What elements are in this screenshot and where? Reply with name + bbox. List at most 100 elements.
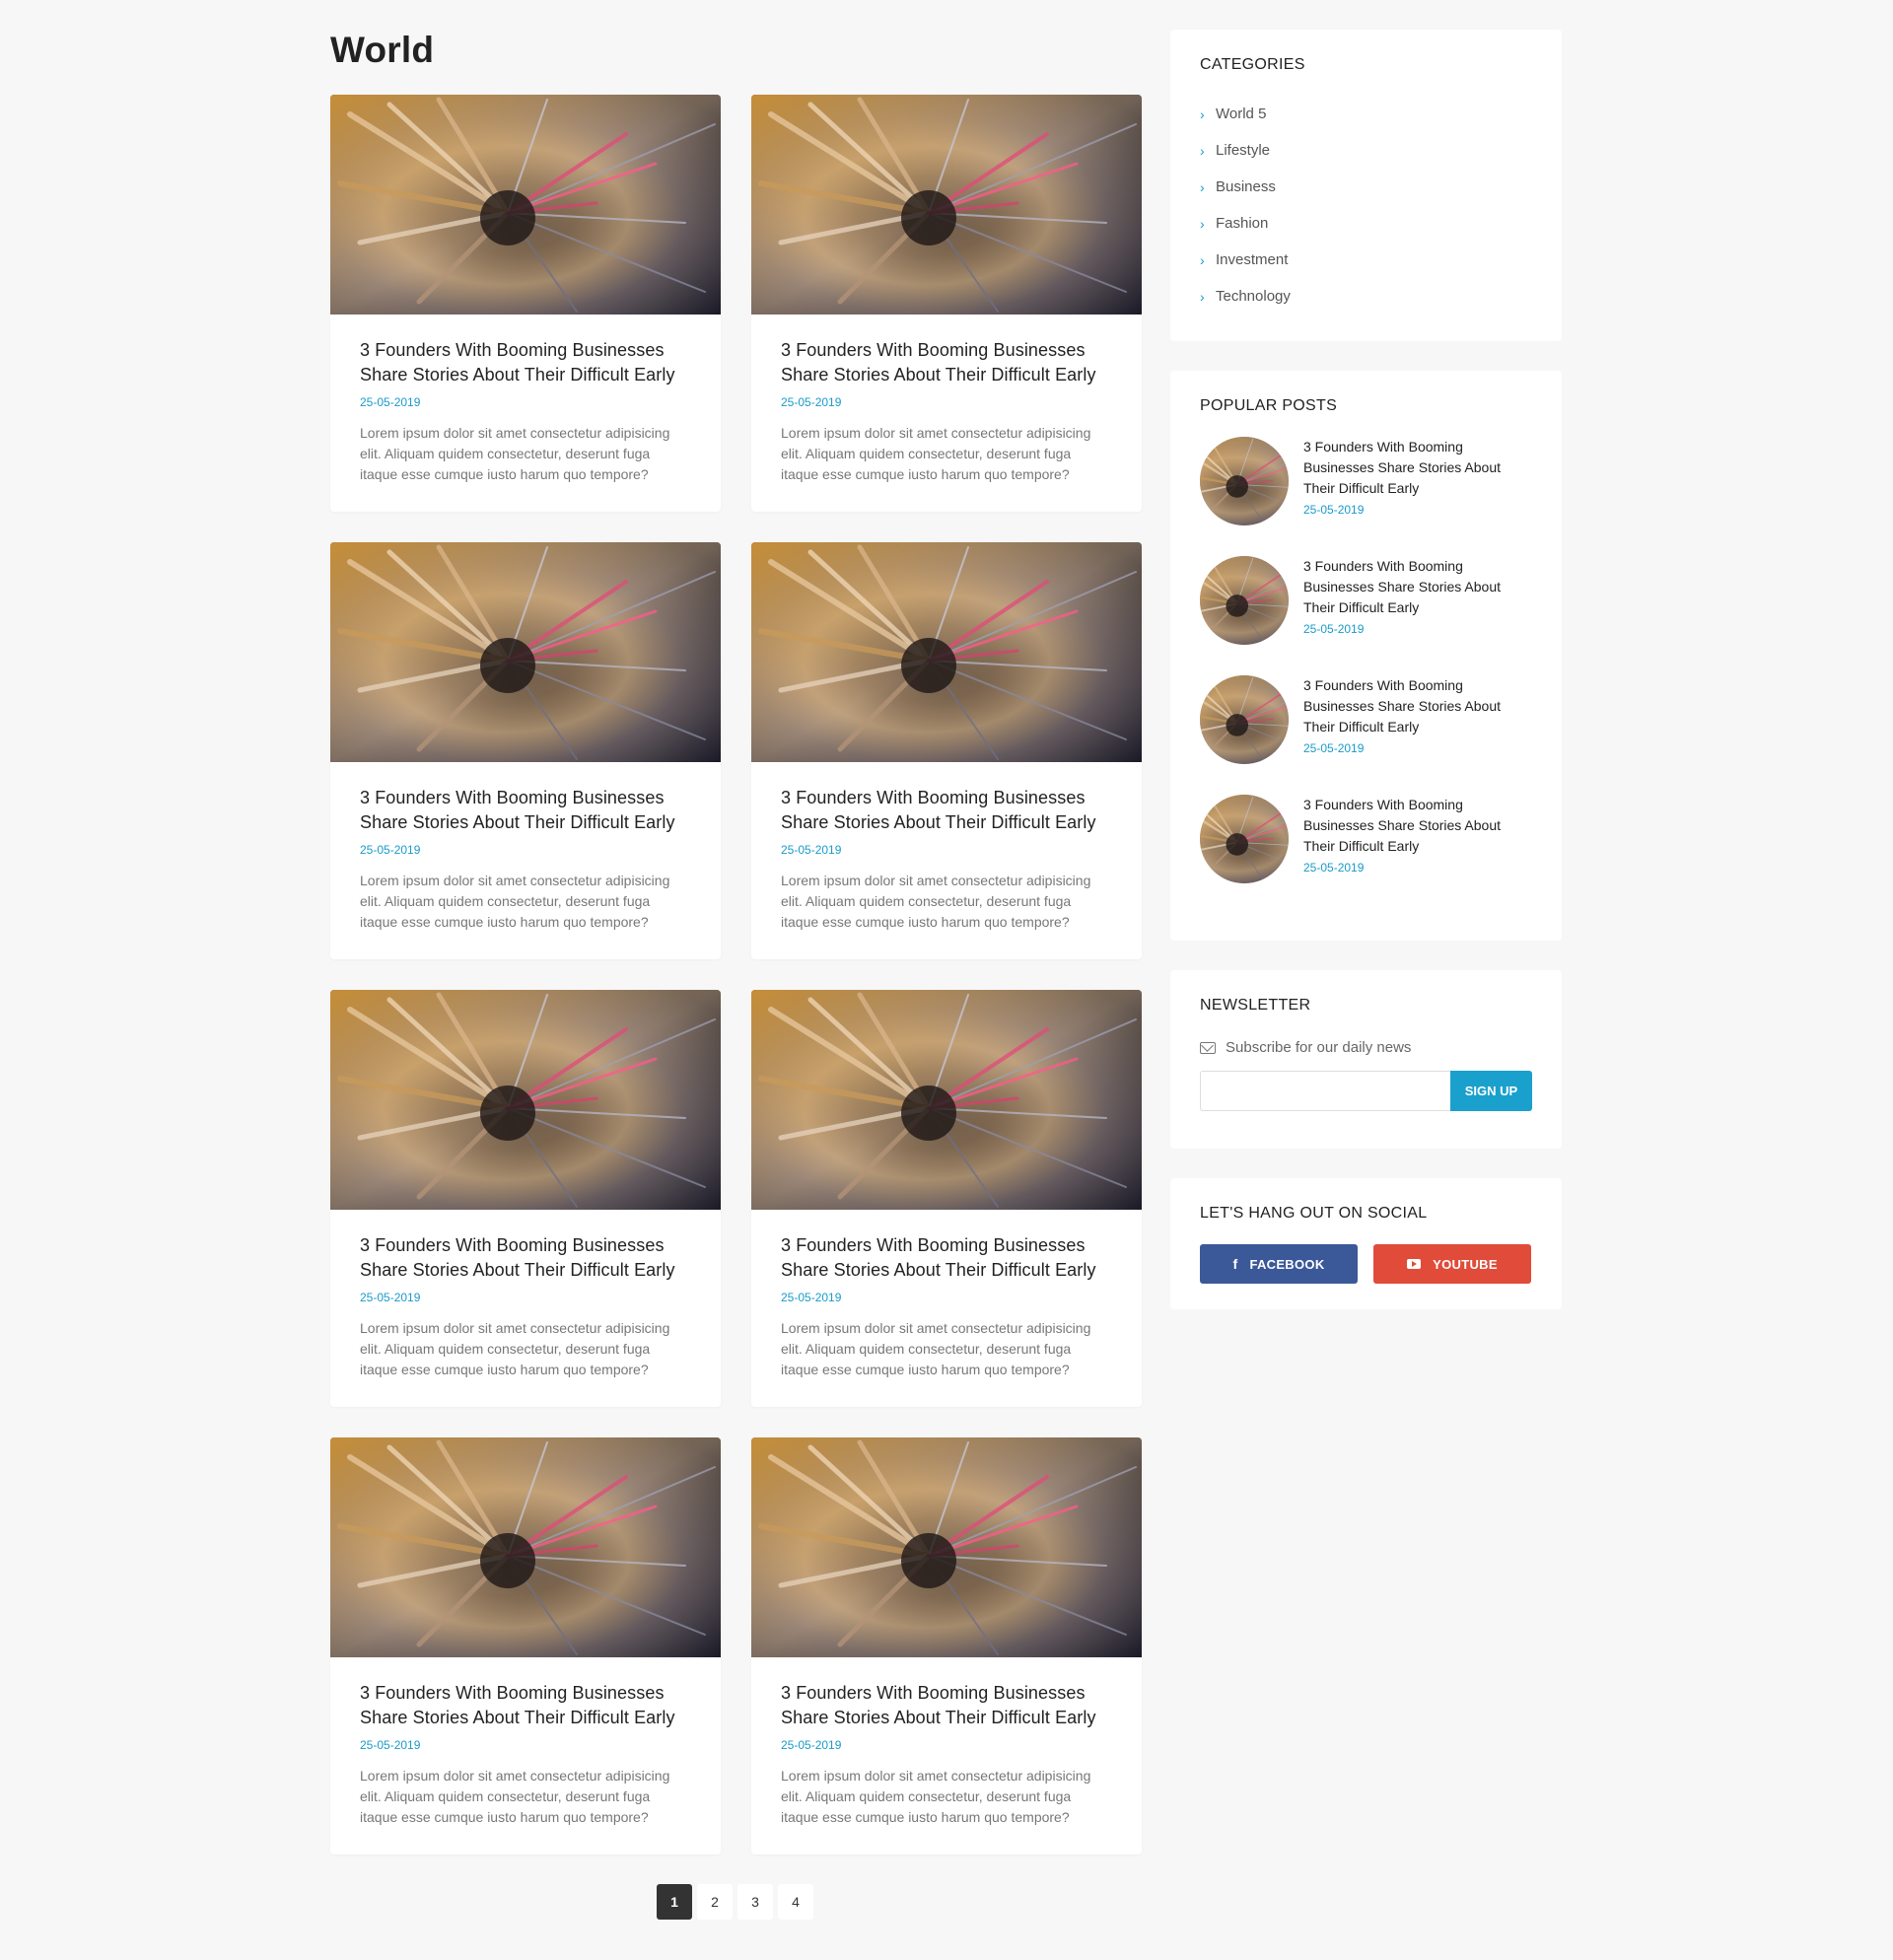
post-thumbnail[interactable] [751, 990, 1142, 1210]
categories-title: CATEGORIES [1200, 56, 1305, 73]
category-item-technology[interactable]: › Technology [1200, 278, 1532, 315]
category-item-business[interactable]: › Business [1200, 169, 1532, 205]
chevron-right-icon: › [1200, 178, 1205, 195]
newsletter-email-input[interactable] [1200, 1071, 1450, 1111]
post-card[interactable]: 3 Founders With Booming Businesses Share… [751, 1437, 1142, 1855]
post-excerpt: Lorem ipsum dolor sit amet consectetur a… [781, 1768, 1091, 1825]
post-thumbnail[interactable] [330, 1437, 721, 1657]
post-date: 25-05-2019 [781, 1291, 842, 1304]
post-title[interactable]: 3 Founders With Booming Businesses Share… [781, 1681, 1112, 1730]
category-label: Fashion [1216, 215, 1269, 232]
facebook-button[interactable]: f FACEBOOK [1200, 1244, 1358, 1284]
post-excerpt: Lorem ipsum dolor sit amet consectetur a… [360, 873, 670, 930]
category-item-lifestyle[interactable]: › Lifestyle [1200, 132, 1532, 169]
post-date: 25-05-2019 [781, 843, 842, 857]
post-title[interactable]: 3 Founders With Booming Businesses Share… [781, 338, 1112, 387]
page-button-2[interactable]: 2 [697, 1884, 733, 1920]
popular-post-thumbnail[interactable] [1200, 675, 1289, 764]
page-button-4[interactable]: 4 [778, 1884, 813, 1920]
post-thumbnail[interactable] [330, 990, 721, 1210]
category-item-investment[interactable]: › Investment [1200, 242, 1532, 278]
post-card[interactable]: 3 Founders With Booming Businesses Share… [330, 1437, 721, 1855]
page-button-1[interactable]: 1 [657, 1884, 692, 1920]
facebook-label: FACEBOOK [1249, 1256, 1325, 1272]
social-widget: LET'S HANG OUT ON SOCIAL f FACEBOOK YOUT… [1170, 1178, 1562, 1309]
post-title[interactable]: 3 Founders With Booming Businesses Share… [360, 1233, 691, 1283]
post-title[interactable]: 3 Founders With Booming Businesses Share… [360, 1681, 691, 1730]
page-title: World [330, 30, 435, 70]
popular-post-item[interactable]: 3 Founders With Booming Businesses Share… [1200, 675, 1532, 795]
post-title[interactable]: 3 Founders With Booming Businesses Share… [360, 786, 691, 835]
post-grid: 3 Founders With Booming Businesses Share… [330, 95, 1142, 1855]
popular-post-title[interactable]: 3 Founders With Booming Businesses Share… [1303, 437, 1530, 499]
page-button-3[interactable]: 3 [737, 1884, 773, 1920]
sign-up-button[interactable]: SIGN UP [1450, 1071, 1532, 1111]
post-title[interactable]: 3 Founders With Booming Businesses Share… [781, 1233, 1112, 1283]
chevron-right-icon: › [1200, 142, 1205, 159]
post-date: 25-05-2019 [360, 843, 421, 857]
popular-post-title[interactable]: 3 Founders With Booming Businesses Share… [1303, 675, 1530, 737]
category-label: Technology [1216, 288, 1291, 305]
post-card[interactable]: 3 Founders With Booming Businesses Share… [330, 542, 721, 959]
popular-post-thumbnail[interactable] [1200, 437, 1289, 525]
popular-posts-title: POPULAR POSTS [1200, 397, 1338, 414]
post-card[interactable]: 3 Founders With Booming Businesses Share… [330, 990, 721, 1407]
category-label: Investment [1216, 251, 1289, 268]
post-excerpt: Lorem ipsum dolor sit amet consectetur a… [781, 425, 1091, 482]
post-title[interactable]: 3 Founders With Booming Businesses Share… [360, 338, 691, 387]
newsletter-title: NEWSLETTER [1200, 997, 1311, 1014]
youtube-label: YOUTUBE [1433, 1256, 1498, 1272]
popular-post-date: 25-05-2019 [1303, 503, 1365, 517]
post-date: 25-05-2019 [781, 1738, 842, 1752]
chevron-right-icon: › [1200, 215, 1205, 232]
post-card[interactable]: 3 Founders With Booming Businesses Share… [751, 542, 1142, 959]
post-excerpt: Lorem ipsum dolor sit amet consectetur a… [781, 873, 1091, 930]
youtube-icon [1407, 1259, 1422, 1269]
category-item-fashion[interactable]: › Fashion [1200, 205, 1532, 242]
pagination: 1 2 3 4 [657, 1884, 813, 1920]
social-buttons: f FACEBOOK YOUTUBE [1200, 1244, 1532, 1284]
popular-post-item[interactable]: 3 Founders With Booming Businesses Share… [1200, 556, 1532, 675]
post-excerpt: Lorem ipsum dolor sit amet consectetur a… [360, 1768, 670, 1825]
popular-post-thumbnail[interactable] [1200, 556, 1289, 645]
category-label: World 5 [1216, 105, 1267, 122]
post-card[interactable]: 3 Founders With Booming Businesses Share… [330, 95, 721, 512]
popular-post-title[interactable]: 3 Founders With Booming Businesses Share… [1303, 556, 1530, 618]
category-label: Lifestyle [1216, 142, 1271, 159]
post-thumbnail[interactable] [751, 95, 1142, 315]
facebook-icon: f [1232, 1256, 1238, 1272]
newsletter-subtitle: Subscribe for our daily news [1200, 1039, 1532, 1056]
category-item-world[interactable]: › World 5 [1200, 96, 1532, 132]
popular-posts-widget: POPULAR POSTS 3 Founders With Booming Bu… [1170, 371, 1562, 941]
post-excerpt: Lorem ipsum dolor sit amet consectetur a… [360, 1320, 670, 1377]
popular-post-item[interactable]: 3 Founders With Booming Businesses Share… [1200, 437, 1532, 556]
newsletter-form: SIGN UP [1200, 1071, 1532, 1111]
post-date: 25-05-2019 [781, 395, 842, 409]
popular-posts-list: 3 Founders With Booming Businesses Share… [1200, 437, 1532, 914]
popular-post-date: 25-05-2019 [1303, 741, 1365, 755]
post-card[interactable]: 3 Founders With Booming Businesses Share… [751, 990, 1142, 1407]
popular-post-date: 25-05-2019 [1303, 622, 1365, 636]
popular-post-item[interactable]: 3 Founders With Booming Businesses Share… [1200, 795, 1532, 914]
youtube-button[interactable]: YOUTUBE [1373, 1244, 1531, 1284]
newsletter-widget: NEWSLETTER Subscribe for our daily news … [1170, 970, 1562, 1149]
popular-post-thumbnail[interactable] [1200, 795, 1289, 883]
post-thumbnail[interactable] [330, 95, 721, 315]
popular-post-date: 25-05-2019 [1303, 861, 1365, 875]
chevron-right-icon: › [1200, 251, 1205, 268]
envelope-icon [1200, 1041, 1216, 1054]
popular-post-title[interactable]: 3 Founders With Booming Businesses Share… [1303, 795, 1530, 857]
post-date: 25-05-2019 [360, 395, 421, 409]
post-thumbnail[interactable] [330, 542, 721, 762]
newsletter-subtitle-text: Subscribe for our daily news [1226, 1039, 1412, 1056]
post-date: 25-05-2019 [360, 1738, 421, 1752]
page: World 3 Founders With Booming Businesses… [0, 0, 1893, 1960]
post-excerpt: Lorem ipsum dolor sit amet consectetur a… [360, 425, 670, 482]
post-thumbnail[interactable] [751, 542, 1142, 762]
post-title[interactable]: 3 Founders With Booming Businesses Share… [781, 786, 1112, 835]
chevron-right-icon: › [1200, 288, 1205, 305]
post-thumbnail[interactable] [751, 1437, 1142, 1657]
post-card[interactable]: 3 Founders With Booming Businesses Share… [751, 95, 1142, 512]
chevron-right-icon: › [1200, 105, 1205, 122]
categories-list: › World 5 › Lifestyle › Business › Fashion ›… [1200, 96, 1532, 315]
